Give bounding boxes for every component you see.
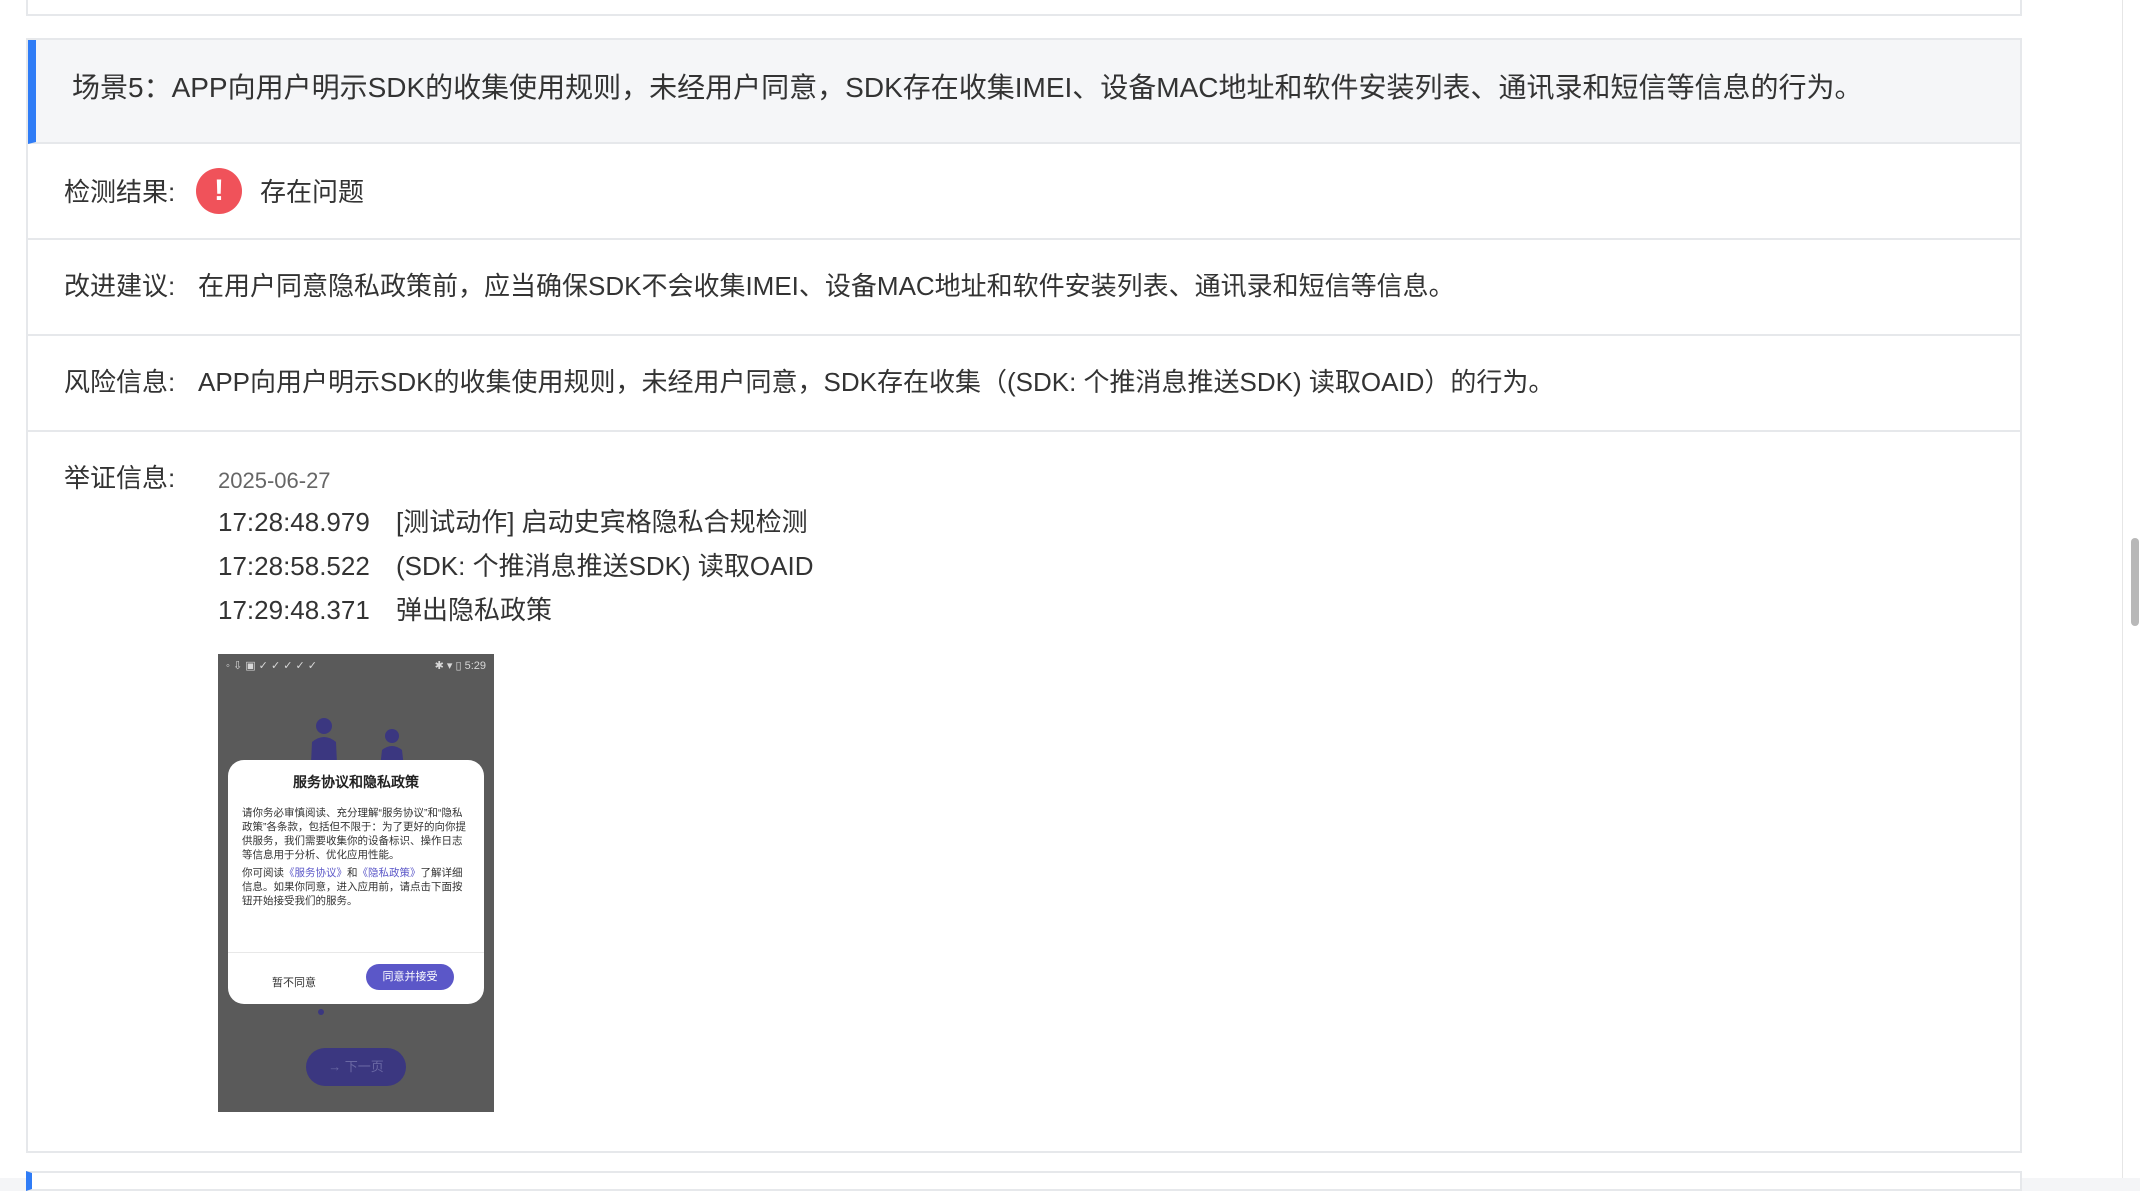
service-agreement-link[interactable]: 《服务协议》 [284,867,347,879]
scrollbar-thumb[interactable] [2131,538,2139,626]
warning-icon: ! [196,168,242,214]
risk-row: 风险信息: APP向用户明示SDK的收集使用规则，未经用户同意，SDK存在收集（… [28,336,2020,432]
scrollbar-divider [2122,0,2123,1178]
status-icons-right: ✱ ▾ ▯ 5:29 [434,659,486,672]
dialog-paragraph: 你可阅读《服务协议》和《隐私政策》了解详细信息。如果你同意，进入应用前，请点击下… [242,866,470,908]
scene-title: 场景5：APP向用户明示SDK的收集使用规则，未经用户同意，SDK存在收集IME… [72,72,1863,103]
phone-status-time: 5:29 [464,659,486,672]
suggestion-row: 改进建议: 在用户同意隐私政策前，应当确保SDK不会收集IMEI、设备MAC地址… [28,240,2020,336]
result-value: 存在问题 [260,177,365,207]
dialog-paragraph: 请你务必审慎阅读、充分理解“服务协议”和“隐私政策”各条款，包括但不限于：为了更… [242,807,466,861]
log-time: 17:28:58.522 [218,551,370,581]
log-entry: 17:28:58.522 (SDK: 个推消息推送SDK) 读取OAID [218,548,813,584]
next-scene-card [26,1171,2022,1191]
evidence-row: 举证信息: 2025-06-27 17:28:48.979 [测试动作] 启动史宾… [28,432,2020,1152]
suggestion-value: 在用户同意隐私政策前，应当确保SDK不会收集IMEI、设备MAC地址和软件安装列… [198,271,1455,301]
phone-status-bar: ◦ ⇩ ▣ ✓ ✓ ✓ ✓ ✓ ✱ ▾ ▯ 5:29 [218,654,494,676]
log-text: [测试动作] 启动史宾格隐私合规检测 [396,507,808,537]
evidence-date: 2025-06-27 [218,468,331,493]
status-icons-left: ◦ ⇩ ▣ ✓ ✓ ✓ ✓ ✓ [226,659,317,672]
dialog-title: 服务协议和隐私政策 [293,774,419,790]
accept-button[interactable]: 同意并接受 [366,964,454,990]
risk-label: 风险信息: [64,367,176,397]
page-indicator-dot [318,1009,324,1015]
dialog-text: 和 [347,867,358,879]
log-entry: 17:29:48.371 弹出隐私政策 [218,592,552,628]
log-text: (SDK: 个推消息推送SDK) 读取OAID [396,551,814,581]
suggestion-label: 改进建议: [64,271,176,301]
log-entry: 17:28:48.979 [测试动作] 启动史宾格隐私合规检测 [218,504,808,540]
previous-scene-card [26,0,2022,16]
dialog-body: 请你务必审慎阅读、充分理解“服务协议”和“隐私政策”各条款，包括但不限于：为了更… [242,806,470,912]
privacy-dialog: 服务协议和隐私政策 请你务必审慎阅读、充分理解“服务协议”和“隐私政策”各条款，… [228,760,484,1004]
dialog-divider [228,952,484,953]
log-time: 17:29:48.371 [218,595,370,625]
dialog-text: 你可阅读 [242,867,284,879]
evidence-label: 举证信息: [64,463,176,493]
privacy-policy-link[interactable]: 《隐私政策》 [358,867,421,879]
result-label: 检测结果: [64,177,176,207]
log-text: 弹出隐私政策 [396,595,553,625]
risk-value: APP向用户明示SDK的收集使用规则，未经用户同意，SDK存在收集（(SDK: … [198,367,1555,397]
result-row: 检测结果: ! 存在问题 [28,144,2020,240]
scene-header: 场景5：APP向用户明示SDK的收集使用规则，未经用户同意，SDK存在收集IME… [28,40,2020,144]
next-page-button[interactable]: → 下一页 [306,1048,406,1086]
log-time: 17:28:48.979 [218,507,370,537]
page: 场景5：APP向用户明示SDK的收集使用规则，未经用户同意，SDK存在收集IME… [0,0,2140,1191]
decline-button[interactable]: 暂不同意 [272,974,316,990]
scene-card: 场景5：APP向用户明示SDK的收集使用规则，未经用户同意，SDK存在收集IME… [26,38,2022,1153]
evidence-screenshot[interactable]: ◦ ⇩ ▣ ✓ ✓ ✓ ✓ ✓ ✱ ▾ ▯ 5:29 服务协议和隐私政策 请你务… [218,654,494,1112]
